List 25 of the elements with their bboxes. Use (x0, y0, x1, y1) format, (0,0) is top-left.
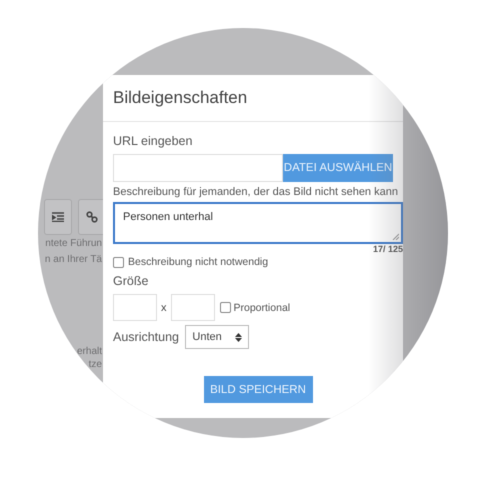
background-text: erhalt (76, 346, 102, 357)
size-separator: x (161, 302, 166, 314)
field-label: Beschreibung für jemanden, der das Bild nicht sehen kann (113, 186, 398, 198)
checkbox[interactable] (220, 302, 230, 313)
link-icon (86, 211, 98, 223)
background-text: n an Ihrer Tä (44, 254, 102, 265)
dialog-title: Bildeigenschaften (113, 88, 248, 108)
background-text: ntete Führun (45, 238, 102, 249)
field-label: Größe (113, 274, 150, 288)
width-field[interactable] (113, 294, 157, 321)
field-label: Ausrichtung (113, 330, 180, 344)
url-field[interactable] (113, 154, 283, 182)
alignment-dropdown[interactable]: Unten (185, 325, 250, 349)
checkbox-label: Proportional (234, 302, 290, 314)
indent-icon (52, 212, 64, 222)
resize-grip-icon[interactable] (392, 233, 399, 240)
checkbox[interactable] (113, 256, 124, 268)
character-counter: 17/ 125 (372, 244, 403, 254)
description-field[interactable]: Personen unterhal (113, 202, 403, 244)
background-text: tze (88, 359, 102, 370)
checkbox-label: Beschreibung nicht notwendig (128, 256, 268, 268)
up-down-arrows-icon (234, 332, 242, 342)
toolbar-button[interactable] (44, 199, 72, 235)
field-label: URL eingeben (113, 134, 194, 148)
height-field[interactable] (170, 294, 214, 321)
